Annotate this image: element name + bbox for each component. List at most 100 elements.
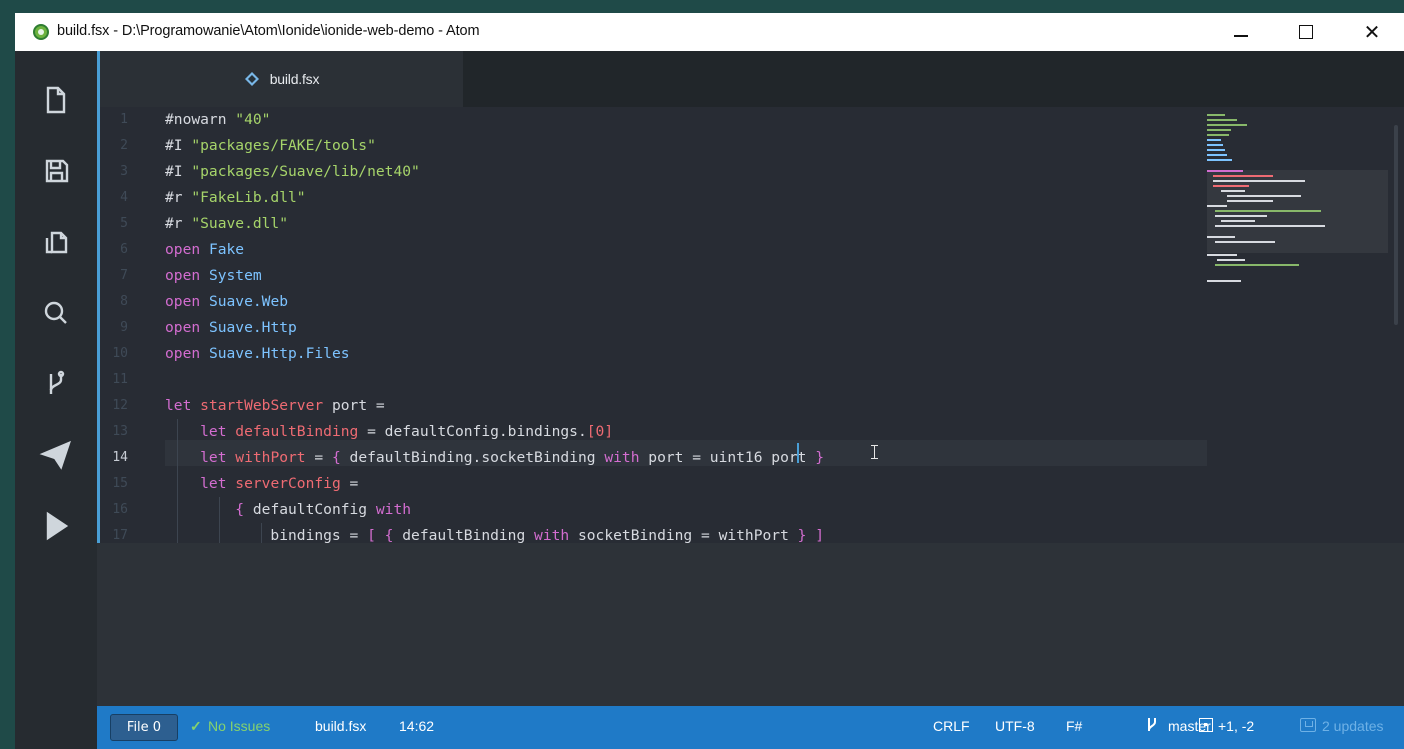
code-token: System <box>208 267 262 284</box>
cursor-position[interactable]: 14:62 <box>399 718 434 734</box>
tab-build-fsx[interactable]: build.fsx <box>97 51 463 107</box>
git-branch-icon <box>1148 718 1156 731</box>
code-lines[interactable]: #nowarn "40" #I "packages/FAKE/tools" #I "… <box>165 107 1207 543</box>
code-token: open <box>165 319 209 336</box>
save-icon <box>45 159 69 183</box>
code-token: "packages/Suave/lib/net40" <box>191 163 420 180</box>
minimize-icon <box>1234 35 1248 37</box>
code-token: serverConfig <box>235 475 341 492</box>
code-token: withPort <box>235 449 306 466</box>
minimap[interactable] <box>1207 107 1397 543</box>
code-token: "packages/FAKE/tools" <box>191 137 376 154</box>
code-line[interactable]: bindings = [ { defaultBinding with socke… <box>165 523 824 543</box>
file-icon <box>46 86 66 114</box>
line-ending-selector[interactable]: CRLF <box>933 718 970 734</box>
code-token: open <box>165 267 209 284</box>
code-token: port = uint16 port <box>639 449 816 466</box>
fsharp-file-icon <box>244 72 259 86</box>
code-token: Suave.Http <box>208 319 297 336</box>
code-token: [ { <box>367 527 403 543</box>
code-line[interactable]: #nowarn "40" <box>165 107 270 133</box>
code-line[interactable]: open Suave.Http.Files <box>165 341 350 367</box>
search-button[interactable] <box>15 286 97 340</box>
code-token: = <box>340 475 359 492</box>
git-diff-summary[interactable]: +1, -2 <box>1218 718 1254 734</box>
line-number: 1 <box>120 112 128 127</box>
current-file-name[interactable]: build.fsx <box>315 718 366 734</box>
code-token: open <box>165 293 209 310</box>
code-line[interactable]: let withPort = { defaultBinding.socketBi… <box>165 445 824 471</box>
desktop-background: build.fsx - D:\Programowanie\Atom\Ionide… <box>0 0 1404 749</box>
code-token: with <box>534 527 570 543</box>
code-line[interactable]: { defaultConfig with <box>165 497 411 523</box>
code-token: open <box>165 241 209 258</box>
code-line[interactable]: #r "Suave.dll" <box>165 211 288 237</box>
code-token: defaultBinding.socketBinding <box>340 449 605 466</box>
title-bar: build.fsx - D:\Programowanie\Atom\Ionide… <box>15 13 1404 51</box>
code-token: let <box>165 423 236 440</box>
encoding-selector[interactable]: UTF-8 <box>995 718 1035 734</box>
code-token: socketBinding = withPort <box>569 527 798 543</box>
line-number: 13 <box>112 424 128 439</box>
git-button[interactable] <box>15 357 97 411</box>
line-number: 8 <box>120 294 128 309</box>
code-token: Suave.Http.Files <box>208 345 350 362</box>
code-line[interactable]: let defaultBinding = defaultConfig.bindi… <box>165 419 613 445</box>
search-icon <box>44 301 67 324</box>
atom-icon <box>33 24 49 40</box>
close-icon: ✕ <box>1363 21 1381 44</box>
code-token: } <box>815 449 825 466</box>
mouse-ibeam-cursor <box>871 445 882 459</box>
code-line[interactable]: open Suave.Web <box>165 289 288 315</box>
code-line[interactable]: open System <box>165 263 262 289</box>
line-number: 14 <box>112 450 128 465</box>
run-button[interactable] <box>15 499 97 553</box>
status-bar: File 0 ✓ No Issues build.fsx 14:62 CRLF … <box>97 706 1404 749</box>
code-line[interactable]: open Suave.Http <box>165 315 297 341</box>
maximize-button[interactable] <box>1283 13 1329 51</box>
code-line[interactable]: let serverConfig = <box>165 471 358 497</box>
line-number: 7 <box>120 268 128 283</box>
line-number: 5 <box>120 216 128 231</box>
updates-status[interactable]: 2 updates <box>1322 718 1384 734</box>
atom-window: build.fsx - D:\Programowanie\Atom\Ionide… <box>15 13 1404 749</box>
line-number: 9 <box>120 320 128 335</box>
minimize-button[interactable] <box>1218 13 1264 51</box>
line-number: 6 <box>120 242 128 257</box>
maximize-icon <box>1299 25 1313 39</box>
line-number: 16 <box>112 502 128 517</box>
code-line[interactable]: #I "packages/FAKE/tools" <box>165 133 376 159</box>
grammar-selector[interactable]: F# <box>1066 718 1082 734</box>
close-button[interactable]: ✕ <box>1349 13 1395 51</box>
tab-bar: build.fsx <box>97 51 1404 107</box>
code-token: open <box>165 345 209 362</box>
code-line[interactable]: #I "packages/Suave/lib/net40" <box>165 159 420 185</box>
line-number: 15 <box>112 476 128 491</box>
file-button[interactable]: File 0 <box>110 714 178 741</box>
code-token: bindings = <box>165 527 368 543</box>
code-line[interactable]: open Fake <box>165 237 244 263</box>
code-token: #I <box>165 163 192 180</box>
copy-button[interactable] <box>15 215 97 269</box>
code-token: [0] <box>586 423 614 440</box>
line-number: 17 <box>112 528 128 543</box>
code-editor[interactable]: 1 2 3 4 5 6 7 8 9 10 11 12 13 14 15 16 17 #nowarn "40" #I… <box>97 107 1404 543</box>
vertical-scrollbar[interactable] <box>1394 125 1398 325</box>
code-token: startWebServer <box>200 397 324 414</box>
code-line[interactable]: #r "FakeLib.dll" <box>165 185 306 211</box>
line-number: 10 <box>112 346 128 361</box>
new-file-button[interactable] <box>15 73 97 127</box>
package-icon <box>1300 718 1316 732</box>
issues-status[interactable]: No Issues <box>208 718 270 734</box>
code-line[interactable]: let startWebServer port = <box>165 393 385 419</box>
code-token: } ] <box>797 527 825 543</box>
save-button[interactable] <box>15 144 97 198</box>
git-branch-icon <box>49 370 65 394</box>
send-button[interactable] <box>15 428 97 482</box>
code-token: let <box>165 449 236 466</box>
code-token: #r <box>165 215 192 232</box>
code-token: defaultBinding <box>402 527 535 543</box>
code-token: defaultBinding <box>235 423 359 440</box>
text-cursor <box>797 443 799 463</box>
line-number: 4 <box>120 190 128 205</box>
